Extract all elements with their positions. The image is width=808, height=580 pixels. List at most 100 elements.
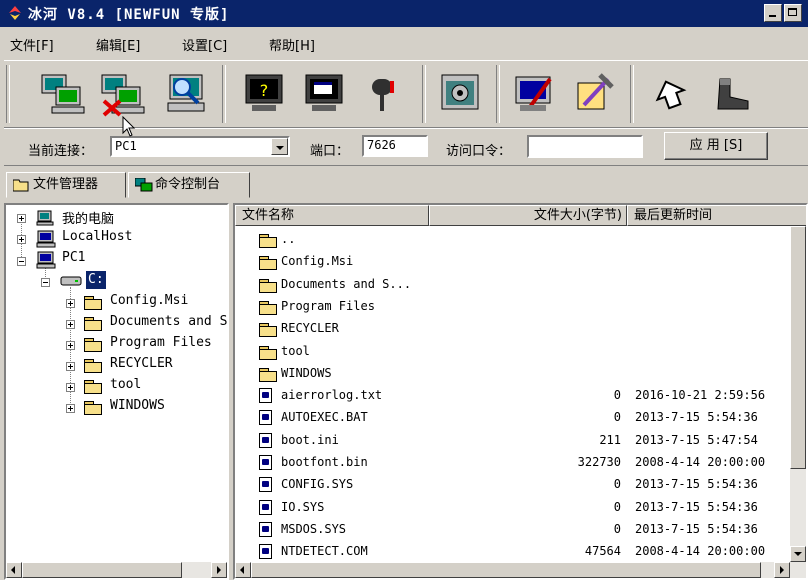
- tree-item-program-files[interactable]: Program Files: [110, 335, 212, 355]
- file-icon: [259, 455, 272, 470]
- scroll-down-button[interactable]: [790, 546, 806, 562]
- folder-icon: [259, 256, 277, 271]
- tree-item-tool[interactable]: tool: [110, 377, 141, 397]
- expand-toggle[interactable]: [17, 214, 26, 223]
- menu-settings[interactable]: 设置[C]: [182, 35, 227, 54]
- file-name: CONFIG.SYS: [281, 477, 354, 492]
- file-row[interactable]: aierrorlog.txt 0 2016-10-21 2:59:56: [235, 385, 795, 407]
- tab-file-manager[interactable]: 文件管理器: [6, 172, 126, 198]
- scroll-thumb[interactable]: [22, 562, 182, 578]
- expand-toggle[interactable]: [17, 235, 26, 244]
- computer-disconnect-icon[interactable]: [98, 69, 146, 117]
- expand-toggle[interactable]: [66, 341, 75, 350]
- collapse-toggle[interactable]: [17, 257, 26, 266]
- toolbar-separator: [422, 65, 426, 123]
- file-date: 2013-7-15 5:54:36: [635, 477, 758, 492]
- tools-icon[interactable]: [570, 69, 618, 117]
- password-input[interactable]: [527, 135, 643, 158]
- file-icon: [259, 544, 272, 560]
- computer-icon: [36, 230, 56, 248]
- title-bar[interactable]: 冰河 V8.4 [NEWFUN 专版]: [0, 0, 808, 27]
- mailbox-icon[interactable]: [360, 69, 408, 117]
- send-message-icon[interactable]: [646, 69, 694, 117]
- file-horizontal-scrollbar[interactable]: [235, 562, 806, 578]
- file-date: 2016-10-21 2:59:56: [635, 388, 766, 403]
- drive-icon: [60, 276, 82, 286]
- expand-toggle[interactable]: [66, 362, 75, 371]
- computer-connect-icon[interactable]: [38, 69, 86, 117]
- remote-help-icon[interactable]: ?: [240, 69, 288, 117]
- column-header-size[interactable]: 文件大小(字节): [429, 205, 627, 226]
- window-title: 冰河 V8.4 [NEWFUN 专版]: [28, 7, 230, 23]
- file-vertical-scrollbar[interactable]: [790, 226, 806, 562]
- file-row[interactable]: tool: [235, 341, 795, 363]
- boot-icon[interactable]: [708, 69, 756, 117]
- file-name: bootfont.bin: [281, 455, 368, 469]
- folder-icon: [259, 367, 277, 382]
- expand-toggle[interactable]: [66, 320, 75, 329]
- minimize-button[interactable]: [764, 4, 782, 22]
- file-row[interactable]: boot.ini 211 2013-7-15 5:47:54: [235, 430, 795, 452]
- collapse-toggle[interactable]: [41, 278, 50, 287]
- file-row[interactable]: IO.SYS 0 2013-7-15 5:54:36: [235, 497, 795, 519]
- file-row[interactable]: NTDETECT.COM 47564 2008-4-14 20:00:00: [235, 541, 795, 563]
- connection-select[interactable]: PC1: [110, 136, 290, 157]
- mouse-cursor-icon: [122, 116, 136, 137]
- file-row[interactable]: AUTOEXEC.BAT 0 2013-7-15 5:54:36: [235, 407, 795, 429]
- file-row[interactable]: Program Files: [235, 296, 795, 318]
- file-row[interactable]: MSDOS.SYS 0 2013-7-15 5:54:36: [235, 519, 795, 541]
- tree-item-config-msi[interactable]: Config.Msi: [110, 293, 188, 313]
- file-list[interactable]: 文件名称 文件大小(字节) 最后更新时间 .. Config.Msi Documen…: [233, 203, 808, 580]
- tree-item-drive-c[interactable]: C:: [86, 271, 106, 289]
- chevron-down-icon[interactable]: [271, 138, 288, 155]
- tree-item-my-computer[interactable]: 我的电脑: [62, 208, 114, 228]
- tree-item-pc1[interactable]: PC1: [62, 250, 85, 270]
- maximize-icon: [788, 8, 797, 16]
- file-row[interactable]: CONFIG.SYS 0 2013-7-15 5:54:36: [235, 474, 795, 496]
- column-header-name[interactable]: 文件名称: [235, 205, 429, 226]
- file-row[interactable]: Documents and S...: [235, 274, 795, 296]
- file-row[interactable]: RECYCLER: [235, 318, 795, 340]
- scroll-right-button[interactable]: [211, 562, 227, 578]
- tree-item-documents[interactable]: Documents and S: [110, 314, 227, 334]
- toolbar-separator: [6, 65, 10, 123]
- expand-toggle[interactable]: [66, 383, 75, 392]
- tree-item-recycler[interactable]: RECYCLER: [110, 356, 173, 376]
- toolbar-separator: [630, 65, 634, 123]
- file-name: MSDOS.SYS: [281, 521, 347, 536]
- remote-screen-icon[interactable]: [300, 69, 348, 117]
- toolbar-separator: [222, 65, 226, 123]
- port-value: 7626: [367, 138, 396, 152]
- scroll-thumb[interactable]: [251, 562, 761, 578]
- file-row[interactable]: WINDOWS: [235, 363, 795, 385]
- menu-edit[interactable]: 编辑[E]: [96, 35, 140, 54]
- port-input[interactable]: 7626: [362, 135, 428, 157]
- scroll-left-button[interactable]: [6, 562, 22, 578]
- maximize-button[interactable]: [784, 4, 802, 22]
- menu-file[interactable]: 文件[F]: [10, 35, 54, 54]
- file-row[interactable]: ..: [235, 229, 795, 251]
- apply-button[interactable]: 应 用 [S]: [664, 132, 768, 160]
- directory-tree[interactable]: 我的电脑 LocalHost PC1 C: Config.Msi Documen…: [4, 203, 229, 580]
- tree-item-localhost[interactable]: LocalHost: [62, 229, 132, 249]
- scroll-right-button[interactable]: [774, 562, 790, 578]
- settings-image-icon[interactable]: [436, 69, 484, 117]
- computer-search-icon[interactable]: [162, 69, 210, 117]
- notepad-edit-icon[interactable]: [510, 69, 558, 117]
- tree-item-windows[interactable]: WINDOWS: [110, 398, 165, 418]
- file-row[interactable]: bootfont.bin 322730 2008-4-14 20:00:00: [235, 452, 795, 474]
- expand-toggle[interactable]: [66, 299, 75, 308]
- expand-toggle[interactable]: [66, 404, 75, 413]
- tab-command-console[interactable]: 命令控制台: [128, 172, 250, 198]
- file-row[interactable]: Config.Msi: [235, 251, 795, 273]
- file-name: Documents and S...: [281, 276, 412, 291]
- tab-command-console-label: 命令控制台: [155, 177, 221, 192]
- column-header-date[interactable]: 最后更新时间: [627, 205, 806, 226]
- toolbar-separator: [496, 65, 500, 123]
- scroll-thumb[interactable]: [790, 226, 806, 469]
- tree-horizontal-scrollbar[interactable]: [6, 562, 227, 578]
- scroll-left-button[interactable]: [235, 562, 251, 578]
- menu-help[interactable]: 帮助[H]: [269, 35, 315, 54]
- computer-icon: [36, 251, 56, 269]
- file-icon: [259, 521, 272, 537]
